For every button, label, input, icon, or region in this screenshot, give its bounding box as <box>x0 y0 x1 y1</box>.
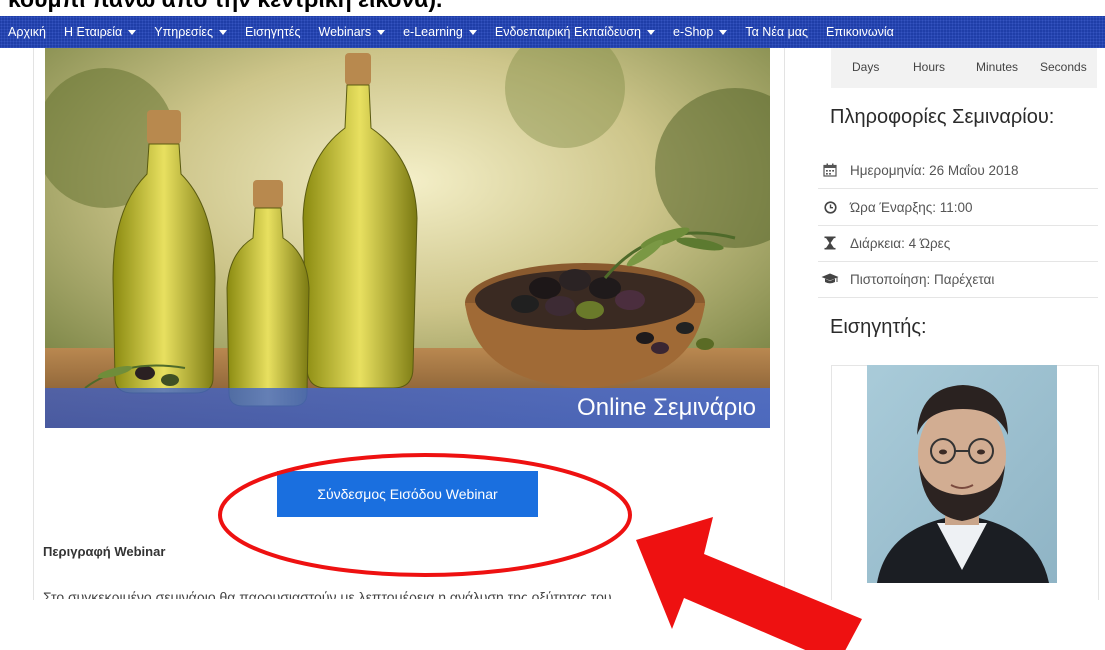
info-date-row: Ημερομηνία: 26 Μαΐου 2018 <box>818 152 1098 189</box>
info-start-time: Ώρα Έναρξης: 11:00 <box>850 199 973 215</box>
description-text: Στο συγκεκριμένο σεμινάριο θα παρουσιαστ… <box>43 589 612 599</box>
nav-label: Υπηρεσίες <box>154 25 213 39</box>
hero-ribbon-label: Online Σεμινάριο <box>577 394 756 421</box>
nav-home[interactable]: Αρχική <box>8 25 46 39</box>
info-duration: Διάρκεια: 4 Ώρες <box>850 235 951 251</box>
nav-label: Εισηγητές <box>244 25 301 39</box>
info-certification-row: Πιστοποίηση: Παρέχεται <box>818 261 1098 298</box>
annotation-caption: κουμπί πάνω από την κεντρική εικόνα). <box>8 0 442 13</box>
speaker-portrait <box>867 365 1057 583</box>
nav-label: Ενδοεπαιρική Εκπαίδευση <box>494 25 642 39</box>
nav-company[interactable]: Η Εταιρεία <box>64 25 137 39</box>
countdown-seconds: Seconds <box>1040 60 1087 74</box>
webinar-entry-button[interactable]: Σύνδεσμος Εισόδου Webinar <box>277 471 538 517</box>
nav-eshop[interactable]: e-Shop <box>673 25 728 39</box>
nav-label: Τα Νέα μας <box>745 25 809 39</box>
hero-image: Online Σεμινάριο <box>45 48 770 428</box>
description-heading: Περιγραφή Webinar <box>43 544 166 559</box>
nav-label: Η Εταιρεία <box>64 25 123 39</box>
nav-label: Αρχική <box>8 25 46 39</box>
nav-elearning[interactable]: e-Learning <box>403 25 477 39</box>
caret-down-icon <box>468 29 477 35</box>
caret-down-icon <box>128 29 137 35</box>
caret-down-icon <box>647 29 656 35</box>
clock-icon <box>818 200 842 214</box>
countdown-hours: Hours <box>913 60 946 74</box>
speaker-photo <box>867 365 1057 583</box>
main-navbar: Αρχική Η Εταιρεία Υπηρεσίες Εισηγητές We… <box>0 16 1105 48</box>
speaker-title: Εισηγητής: <box>830 316 927 338</box>
caret-down-icon <box>719 29 728 35</box>
seminar-info-title: Πληροφορίες Σεμιναρίου: <box>830 106 1055 128</box>
nav-label: e-Learning <box>403 25 463 39</box>
graduation-cap-icon <box>818 273 842 285</box>
nav-services[interactable]: Υπηρεσίες <box>154 25 227 39</box>
nav-speakers[interactable]: Εισηγητές <box>245 25 301 39</box>
info-date: Ημερομηνία: 26 Μαΐου 2018 <box>850 162 1019 178</box>
info-certification: Πιστοποίηση: Παρέχεται <box>850 271 995 287</box>
info-duration-row: Διάρκεια: 4 Ώρες <box>818 225 1098 262</box>
info-time-row: Ώρα Έναρξης: 11:00 <box>818 189 1098 226</box>
hourglass-icon <box>818 236 842 250</box>
nav-inhouse-training[interactable]: Ενδοεπαιρική Εκπαίδευση <box>494 25 656 39</box>
nav-news[interactable]: Τα Νέα μας <box>745 25 808 39</box>
olive-oil-illustration <box>45 48 770 428</box>
nav-label: Επικοινωνία <box>826 25 894 39</box>
hero-ribbon: Online Σεμινάριο <box>45 388 770 428</box>
nav-contact[interactable]: Επικοινωνία <box>826 25 894 39</box>
countdown-days: Days <box>852 60 880 74</box>
nav-label: Webinars <box>318 25 372 39</box>
caret-down-icon <box>218 29 227 35</box>
caret-down-icon <box>377 29 386 35</box>
page-cutoff <box>0 600 1105 650</box>
nav-webinars[interactable]: Webinars <box>319 25 386 39</box>
nav-label: e-Shop <box>673 25 714 39</box>
calendar-icon <box>818 163 842 177</box>
countdown-minutes: Minutes <box>976 60 1019 74</box>
